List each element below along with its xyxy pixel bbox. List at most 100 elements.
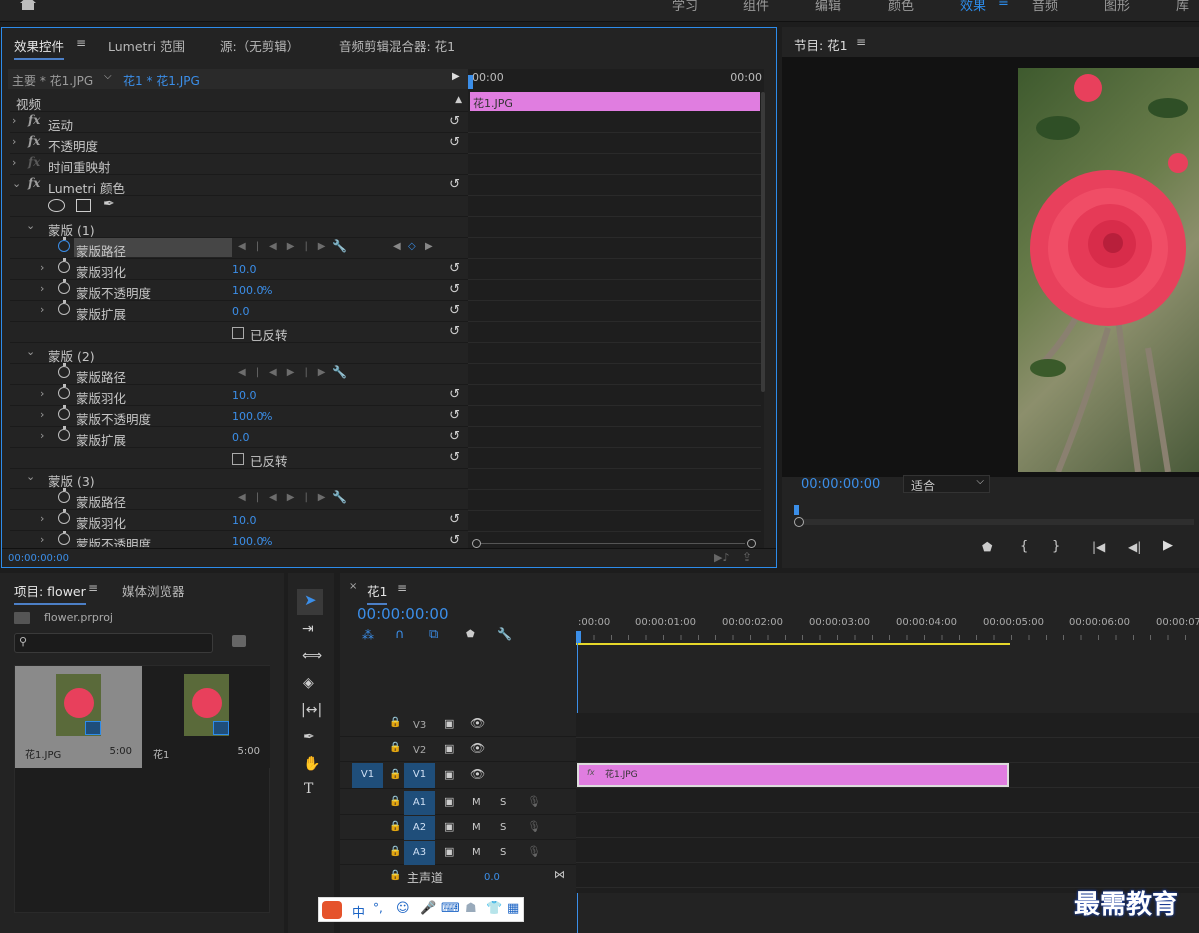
reset-icon[interactable]: ↺ [449,429,460,444]
go-to-in-icon[interactable]: |◀ [1092,540,1105,554]
razor-tool-icon[interactable]: ◈ [303,675,314,691]
eye-icon[interactable]: 👁 [470,741,485,755]
chevron-down-icon[interactable]: ⌄ [26,345,35,358]
mask-1-header[interactable]: ⌄ 蒙版 (1) [10,217,468,238]
workspace-editing[interactable]: 编辑 [815,0,841,14]
chevron-right-icon[interactable]: › [40,533,44,546]
mask-tracking-controls[interactable]: ◀|◀▶|▶ [238,492,336,503]
mask-1-path[interactable]: 蒙版路径 ◀|◀▶|▶ 🔧 ◀ ◇ ▶ [10,237,468,259]
chevron-down-icon[interactable]: ⌄ [26,470,35,483]
workspace-color[interactable]: 颜色 [888,0,914,14]
stopwatch-icon[interactable] [58,237,70,252]
mask-1-opacity[interactable]: › 蒙版不透明度 100.0 % ↺ [10,279,468,301]
rectangle-mask-icon[interactable] [76,199,91,212]
mic-icon[interactable]: 🎙 [527,845,541,858]
reset-icon[interactable]: ↺ [449,114,460,129]
user-icon[interactable]: ☗ [465,901,477,916]
panel-menu-icon[interactable]: ≡ [88,581,98,595]
keyframe-nav-next-icon[interactable]: ▶ [425,241,433,252]
add-marker-icon[interactable]: ⬟ [982,540,992,554]
pen-tool-icon[interactable]: ✒ [303,729,315,745]
reset-icon[interactable]: ↺ [449,408,460,423]
stopwatch-icon[interactable] [58,405,70,420]
stopwatch-icon[interactable] [58,488,70,503]
workspace-libraries[interactable]: 库 [1176,0,1189,14]
timeline-playhead[interactable] [576,631,581,643]
stopwatch-icon[interactable] [58,384,70,399]
workspace-graphics[interactable]: 图形 [1104,0,1130,14]
reset-icon[interactable]: ↺ [449,261,460,276]
sequence-clip-label[interactable]: 花1 * 花1.JPG [123,72,200,89]
export-icon[interactable]: ⇪ [742,550,752,564]
step-back-icon[interactable]: ◀| [1128,540,1141,554]
punctuation-icon[interactable]: °, [373,901,383,915]
reset-icon[interactable]: ↺ [449,450,460,465]
lock-icon[interactable]: 🔒 [389,717,401,728]
ec-timecode[interactable]: 00:00:00:00 [8,553,69,564]
workspace-audio[interactable]: 音频 [1032,0,1058,14]
chevron-down-icon[interactable]: ⌄ [12,177,21,190]
ripple-edit-tool-icon[interactable]: ⟺ [302,648,322,664]
reset-icon[interactable]: ↺ [449,282,460,297]
mask-2-feather[interactable]: › 蒙版羽化 10.0 ↺ [10,384,468,406]
grid-icon[interactable]: ▦ [507,901,519,916]
slip-tool-icon[interactable]: |↔| [301,702,322,718]
chevron-right-icon[interactable]: › [12,135,16,148]
reset-icon[interactable]: ↺ [449,387,460,402]
add-marker-icon[interactable]: ⬟ [466,629,475,640]
project-item[interactable]: 花1 5:00 [143,666,270,768]
track-target-v1[interactable]: V1 [404,763,435,788]
workspace-menu-icon[interactable]: ≡ [998,0,1009,10]
workspace-effects[interactable]: 效果 [960,0,986,14]
search-input[interactable]: ⚲ [14,633,213,653]
audio-only-icon[interactable]: ▶♪ [714,551,729,564]
opacity-value[interactable]: 100.0 [232,535,264,547]
nest-icon[interactable]: ⁂ [362,628,374,642]
mask-3-feather[interactable]: › 蒙版羽化 10.0 ↺ [10,509,468,531]
project-item[interactable]: 花1.JPG 5:00 [15,666,142,768]
home-icon[interactable] [19,0,37,10]
opacity-value[interactable]: 100.0 [232,410,264,423]
fx-icon[interactable]: fx [28,113,40,127]
mic-icon[interactable]: 🎙 [527,795,541,808]
reset-icon[interactable]: ↺ [449,303,460,318]
mask-1-feather[interactable]: › 蒙版羽化 10.0 ↺ [10,258,468,280]
mask-3-path[interactable]: 蒙版路径 ◀|◀▶|▶ 🔧 [10,488,468,510]
fx-icon[interactable]: fx [28,176,40,190]
play-arrow-icon[interactable]: ▶ [452,71,460,82]
reset-icon[interactable]: ↺ [449,324,460,339]
pen-mask-icon[interactable]: ✒ [103,196,115,212]
wrench-icon[interactable]: 🔧 [497,627,512,641]
wrench-icon[interactable]: 🔧 [332,490,347,504]
emoji-icon[interactable]: ☺ [396,901,410,916]
mask-tracking-controls[interactable]: ◀|◀▶|▶ [238,367,336,378]
panel-menu-icon[interactable]: ≡ [76,36,86,50]
master-volume[interactable]: 0.0 [484,872,500,883]
tab-source[interactable]: 源:（无剪辑） [220,36,299,55]
effect-opacity[interactable]: › fx 不透明度 ↺ [10,133,468,154]
expansion-value[interactable]: 0.0 [232,305,250,318]
mute-button[interactable]: M [472,797,481,808]
tab-effect-controls[interactable]: 效果控件 [14,36,65,60]
solo-button[interactable]: S [500,847,506,858]
chevron-right-icon[interactable]: › [12,156,16,169]
feather-value[interactable]: 10.0 [232,514,257,527]
stopwatch-icon[interactable] [58,509,70,524]
tab-audio-clip-mixer[interactable]: 音频剪辑混合器: 花1 [339,36,455,55]
go-to-end-icon[interactable]: ⋈ [554,868,565,881]
chevron-down-icon[interactable]: ⌵ [104,71,112,82]
chevron-right-icon[interactable]: › [40,282,44,295]
program-scrubber[interactable] [794,505,1194,527]
tab-lumetri-scopes[interactable]: Lumetri 范围 [108,36,185,55]
track-target-a2[interactable]: A2 [404,816,435,840]
stopwatch-icon[interactable] [58,426,70,441]
stopwatch-icon[interactable] [58,531,70,545]
new-search-bin-icon[interactable] [232,635,246,647]
skin-icon[interactable]: 👕 [486,901,502,916]
mute-button[interactable]: M [472,847,481,858]
track-target-a1[interactable]: A1 [404,791,435,815]
close-tab-icon[interactable]: × [349,581,357,592]
tab-sequence[interactable]: 花1 [367,581,388,605]
tab-media-browser[interactable]: 媒体浏览器 [122,581,185,600]
mask-2-inverted[interactable]: 已反转 ↺ [10,448,468,469]
